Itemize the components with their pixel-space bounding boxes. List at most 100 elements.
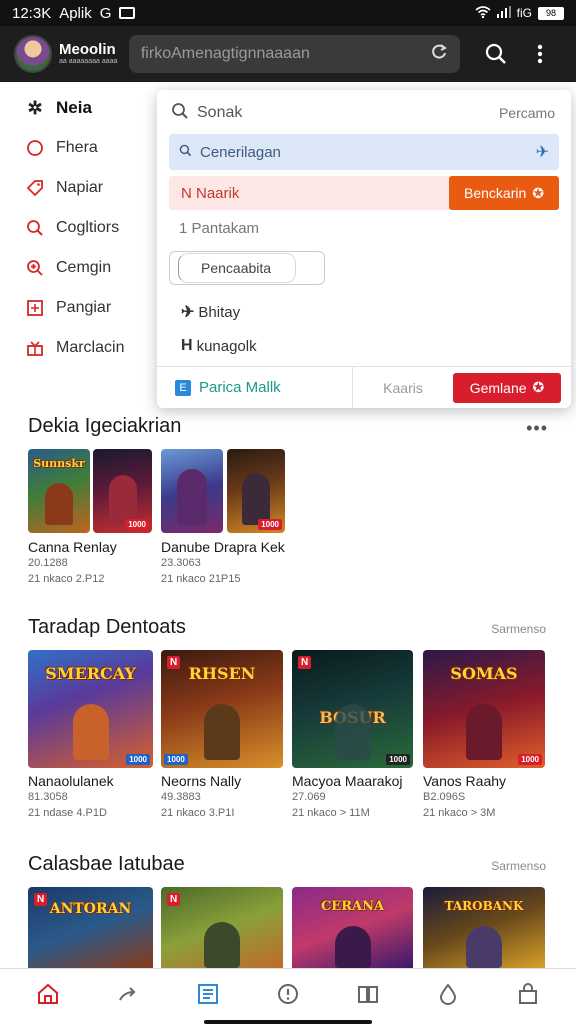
nav-drop[interactable] <box>428 977 468 1017</box>
side-item-label: Fhera <box>56 139 98 156</box>
side-item-label: Neia <box>56 98 92 117</box>
game-tile[interactable]: CERANA <box>292 887 413 968</box>
game-tile[interactable]: N ANTORAN <box>28 887 153 968</box>
suggestion-row[interactable]: 1 Pantakam <box>179 220 259 237</box>
book-icon <box>356 982 380 1011</box>
game-caption[interactable]: Nanaolulanek 81.3058 21 ndase 4.P1D <box>28 773 114 821</box>
side-item-3[interactable]: Cogltiors <box>0 208 160 248</box>
character-art <box>334 926 371 968</box>
side-item-5[interactable]: Pangiar <box>0 288 160 328</box>
game-tile[interactable]: SOMAS 1000 <box>423 650 545 768</box>
h-icon: H <box>181 337 193 354</box>
game-caption[interactable]: Neorns Nally 49.3883 21 nkaco 3.P1I <box>161 773 241 821</box>
side-item-label: Cogltiors <box>56 219 120 236</box>
promo-button[interactable]: Benckarin ✪ <box>449 176 559 210</box>
pin-icon[interactable]: ✈ <box>536 142 549 162</box>
footer-mid-link[interactable]: Kaaris <box>353 380 453 396</box>
game-tile[interactable]: 1000 <box>93 449 152 533</box>
suggestion-label: Cenerilagan <box>200 143 281 161</box>
side-item-label: Cemgin <box>56 259 112 276</box>
game-tile[interactable]: Sunnskr <box>28 449 90 533</box>
character-art <box>334 704 371 760</box>
game-meta: 21 nkaco 21P15 <box>161 573 241 585</box>
game-tile[interactable]: N <box>161 887 283 968</box>
dropdown-footer: E Parica Mallk Kaaris Gemlane ✪ <box>157 366 571 408</box>
tile-badge-top: N <box>167 893 181 906</box>
home-indicator <box>204 1020 372 1024</box>
brand: Meoolin aa aaaaaaaa aaaa <box>59 40 121 66</box>
game-caption[interactable]: Macyoa Maarakoj 27.069 21 nkaco > 11M <box>292 773 403 821</box>
footer-link[interactable]: E Parica Mallk <box>157 367 353 408</box>
game-tile[interactable]: N RHSEN 1000 <box>161 650 283 768</box>
nav-list[interactable] <box>188 977 228 1017</box>
suggestion-row-highlighted[interactable]: Cenerilagan ✈ <box>169 134 559 170</box>
game-meta: 21 nkaco 2.P12 <box>28 573 105 585</box>
game-tile[interactable]: N BOSUR 1000 <box>292 650 413 768</box>
game-caption[interactable]: Vanos Raahy B2.096S 21 nkaco > 3M <box>423 773 506 821</box>
game-tile[interactable]: TAROBANK <box>423 887 545 968</box>
side-item-1[interactable]: Fhera <box>0 128 160 168</box>
filter-field[interactable]: Pencaabita <box>169 251 325 285</box>
dropdown-header[interactable]: Sonak Percamo <box>171 98 555 128</box>
nav-home[interactable] <box>28 977 68 1017</box>
brand-name: Meoolin <box>59 40 116 58</box>
side-item-2[interactable]: Napiar <box>0 168 160 208</box>
document-icon: E <box>175 379 191 396</box>
signal-icon <box>496 5 511 21</box>
sparkle-icon: ✲ <box>27 97 43 118</box>
home-icon <box>36 982 60 1011</box>
footer-button[interactable]: Gemlane ✪ <box>453 372 561 403</box>
game-meta: 21 ndase 4.P1D <box>28 807 107 819</box>
tile-art-title: Sunnskr <box>33 457 85 470</box>
bag-icon <box>516 982 540 1011</box>
status-g-label: G <box>99 4 112 22</box>
game-title: Danube Drapra Kek <box>161 539 285 555</box>
see-more-link[interactable]: Sarmenso <box>491 859 546 873</box>
game-caption[interactable]: Canna Renlay 20.1288 21 nkaco 2.P12 <box>28 539 117 587</box>
game-stat: B2.096S <box>423 791 466 803</box>
game-stat: 23.3063 <box>161 557 201 569</box>
more-icon[interactable]: ••• <box>526 418 548 439</box>
refresh-icon[interactable] <box>430 43 448 66</box>
dropdown-search-right[interactable]: Percamo <box>499 105 555 121</box>
character-art <box>466 704 502 760</box>
game-tile[interactable]: 1000 <box>227 449 285 533</box>
game-tile[interactable] <box>161 449 223 533</box>
character-art <box>204 922 240 968</box>
suggestion-item[interactable]: H kunagolk <box>181 337 257 355</box>
game-title: Neorns Nally <box>161 773 242 789</box>
status-app-label: Aplik <box>59 4 92 22</box>
game-caption[interactable]: Danube Drapra Kek 23.3063 21 nkaco 21P15 <box>161 539 285 587</box>
avatar[interactable] <box>14 35 52 73</box>
suggestion-item[interactable]: ✈ Bhitay <box>181 302 240 322</box>
share-icon <box>116 982 140 1011</box>
game-title: Nanaolulanek <box>28 773 114 789</box>
nav-book[interactable] <box>348 977 388 1017</box>
side-item-0[interactable]: ✲ Neia <box>0 88 160 128</box>
game-tile[interactable]: SMERCAY 1000 <box>28 650 153 768</box>
tile-badge: 1000 <box>126 754 150 765</box>
network-label: fiG <box>516 6 532 20</box>
search-input[interactable]: firkoAmenagtignnaaaan <box>128 35 461 73</box>
app-screen: 12:3K Aplik G fiG 98 Meoolin aa aaaaaaaa… <box>0 0 576 1024</box>
search-icon[interactable] <box>474 32 518 76</box>
suggestion-label: Bhitay <box>198 303 241 321</box>
filter-field-inner[interactable]: Pencaabita <box>178 253 296 283</box>
star-icon: ✪ <box>532 379 545 395</box>
suggestion-row-promoted[interactable]: N Naarik Benckarin ✪ <box>169 176 559 210</box>
side-item-6[interactable]: Marclacin <box>0 328 160 368</box>
game-title: Vanos Raahy <box>423 773 507 789</box>
see-more-link[interactable]: Sarmenso <box>491 622 546 636</box>
search-input-text: firkoAmenagtignnaaaan <box>140 45 310 62</box>
side-item-4[interactable]: Cemgin <box>0 248 160 288</box>
tile-art-title: SOMAS <box>450 664 518 683</box>
filter-field-value: Pencaabita <box>201 260 272 276</box>
search-icon <box>171 102 189 125</box>
character-art <box>177 469 207 525</box>
nav-share[interactable] <box>108 977 148 1017</box>
bottom-nav <box>0 968 576 1024</box>
more-vert-icon[interactable] <box>518 32 562 76</box>
nav-alert[interactable] <box>268 977 308 1017</box>
section-title: Taradap Dentoats <box>28 616 186 638</box>
nav-bag[interactable] <box>508 977 548 1017</box>
